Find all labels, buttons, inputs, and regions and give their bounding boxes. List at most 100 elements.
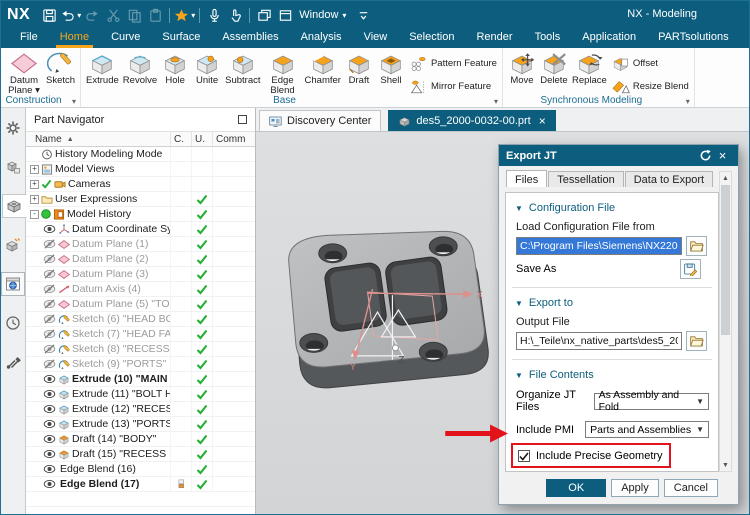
collapse-icon[interactable]: - (30, 209, 39, 219)
ribbon-chamfer-button[interactable]: Chamfer (303, 50, 343, 86)
ribbon-tab-file[interactable]: File (9, 29, 49, 48)
ribbon-offset-button[interactable]: Offset (611, 54, 689, 73)
dialog-close-button[interactable]: × (714, 148, 731, 164)
hidden-eye-icon[interactable] (43, 329, 56, 339)
tree-row[interactable]: Draft (14) "BODY" (26, 432, 255, 447)
ribbon-tab-analysis[interactable]: Analysis (290, 29, 353, 48)
ribbon-tab-application[interactable]: Application (571, 29, 647, 48)
tree-row[interactable]: Edge Blend (17) (26, 477, 255, 492)
hidden-eye-icon[interactable] (43, 284, 56, 294)
ribbon-tab-curve[interactable]: Curve (100, 29, 151, 48)
include-precise-geometry-checkbox[interactable] (518, 450, 530, 462)
expand-icon[interactable]: + (30, 179, 39, 189)
resource-constraint-navigator-button[interactable] (1, 233, 25, 257)
document-tab-des5-2000-0032-00-prt[interactable]: des5_2000-0032-00.prt × (388, 110, 556, 131)
ribbon-pattern-feature-button[interactable]: Pattern Feature (409, 54, 497, 73)
close-icon[interactable]: × (539, 115, 546, 127)
qat-save-button[interactable] (39, 5, 59, 25)
hidden-eye-icon[interactable] (43, 254, 56, 264)
tree-row[interactable]: + Model Views (26, 162, 255, 177)
apply-button[interactable]: Apply (611, 479, 659, 497)
dialog-tab-tessellation[interactable]: Tessellation (548, 171, 624, 187)
resource-assembly-navigator-button[interactable] (1, 155, 25, 179)
qat-cascade-windows-button[interactable] (254, 5, 274, 25)
panel-window-icon[interactable] (238, 115, 247, 124)
ribbon-move-button[interactable]: Move (506, 50, 538, 86)
visibility-eye-icon[interactable] (43, 419, 56, 429)
tree-row[interactable]: Draft (15) "RECESS P... (26, 447, 255, 462)
visibility-eye-icon[interactable] (43, 449, 56, 459)
visibility-eye-icon[interactable] (43, 374, 56, 384)
ribbon-tab-assemblies[interactable]: Assemblies (211, 29, 289, 48)
include-pmi-dropdown[interactable]: Parts and Assemblies ▼ (585, 421, 709, 438)
dialog-scrollbar[interactable]: ▲ ▼ (719, 171, 732, 472)
ribbon-tab-selection[interactable]: Selection (398, 29, 465, 48)
dialog-tab-files[interactable]: Files (506, 170, 548, 187)
ribbon-delete-button[interactable]: Delete (538, 50, 570, 86)
qat-favorites-button[interactable]: ▾ (174, 5, 195, 25)
ribbon-unite-button[interactable]: Unite (191, 50, 223, 86)
visibility-eye-icon[interactable] (43, 404, 56, 414)
visibility-eye-icon[interactable] (43, 479, 56, 489)
load-config-input[interactable] (516, 237, 682, 255)
ribbon-shell-button[interactable]: Shell (375, 50, 407, 86)
dialog-reset-button[interactable] (697, 148, 714, 164)
save-as-button[interactable] (680, 259, 701, 279)
tree-row[interactable]: Datum Plane (2) (26, 252, 255, 267)
resource-roles-gear-button[interactable] (1, 116, 25, 140)
tree-row[interactable]: Datum Plane (1) (26, 237, 255, 252)
hidden-eye-icon[interactable] (43, 269, 56, 279)
tree-row[interactable]: History Modeling Mode (26, 147, 255, 162)
document-tab-discovery-center[interactable]: Discovery Center (259, 110, 382, 131)
hidden-eye-icon[interactable] (43, 359, 56, 369)
group-options-icon[interactable]: ▾ (494, 97, 498, 106)
group-options-icon[interactable]: ▾ (72, 97, 76, 106)
ribbon-replace-button[interactable]: Replace (570, 50, 609, 86)
qat-window-button[interactable] (275, 5, 295, 25)
visibility-eye-icon[interactable] (43, 224, 56, 234)
ribbon-revolve-button[interactable]: Revolve (121, 50, 159, 86)
tree-row[interactable]: Sketch (7) "HEAD FA... (26, 327, 255, 342)
qat-microphone-button[interactable] (204, 5, 224, 25)
column-comment[interactable]: Comm (213, 134, 255, 145)
tree-row[interactable]: Sketch (9) "PORTS" (26, 357, 255, 372)
ribbon-extrude-button[interactable]: Extrude (84, 50, 121, 86)
scroll-down-icon[interactable]: ▼ (720, 459, 731, 471)
tree-row[interactable]: Datum Coordinate Sy... (26, 222, 255, 237)
group-options-icon[interactable]: ▾ (686, 97, 690, 106)
tree-row[interactable]: Extrude (13) "PORTS" (26, 417, 255, 432)
ribbon-edge-blend-button[interactable]: Edge Blend (263, 50, 303, 96)
cancel-button[interactable]: Cancel (663, 479, 718, 497)
dialog-tab-data-to-export[interactable]: Data to Export (624, 171, 714, 187)
tree-row[interactable]: Datum Plane (3) (26, 267, 255, 282)
ribbon-sketch-button[interactable]: Sketch (44, 50, 77, 86)
ribbon-draft-button[interactable]: Draft (343, 50, 375, 86)
section-export-to[interactable]: ▼ Export to (515, 297, 718, 309)
hidden-eye-icon[interactable] (43, 239, 56, 249)
tree-row[interactable]: Datum Plane (5) "TOT... (26, 297, 255, 312)
tree-row[interactable]: Edge Blend (16) (26, 462, 255, 477)
hidden-eye-icon[interactable] (43, 299, 56, 309)
ribbon-tab-render[interactable]: Render (465, 29, 523, 48)
visibility-eye-icon[interactable] (43, 389, 56, 399)
hidden-eye-icon[interactable] (43, 314, 56, 324)
ribbon-hole-button[interactable]: Hole (159, 50, 191, 86)
expand-icon[interactable]: + (30, 164, 39, 174)
dialog-title-bar[interactable]: Export JT × (499, 145, 738, 166)
organize-jt-dropdown[interactable]: As Assembly and Fold ▼ (593, 389, 709, 413)
ribbon-tab-tools[interactable]: Tools (524, 29, 572, 48)
tree-row[interactable]: Extrude (10) "MAIN B... (26, 372, 255, 387)
visibility-eye-icon[interactable] (43, 464, 56, 474)
tree-row[interactable]: + Cameras (26, 177, 255, 192)
scroll-up-icon[interactable]: ▲ (720, 172, 731, 184)
browse-config-button[interactable] (686, 236, 707, 256)
tree-row[interactable]: + User Expressions (26, 192, 255, 207)
browse-output-button[interactable] (686, 331, 707, 351)
tree-row[interactable]: Extrude (12) "RECESS" (26, 402, 255, 417)
ribbon-tab-partsolutions[interactable]: PARTsolutions (647, 29, 740, 48)
ok-button[interactable]: OK (546, 479, 607, 497)
column-u[interactable]: U. (192, 132, 213, 146)
output-file-input[interactable] (516, 332, 682, 350)
resource-process-tools-button[interactable] (1, 350, 25, 374)
ribbon-tab-surface[interactable]: Surface (151, 29, 211, 48)
